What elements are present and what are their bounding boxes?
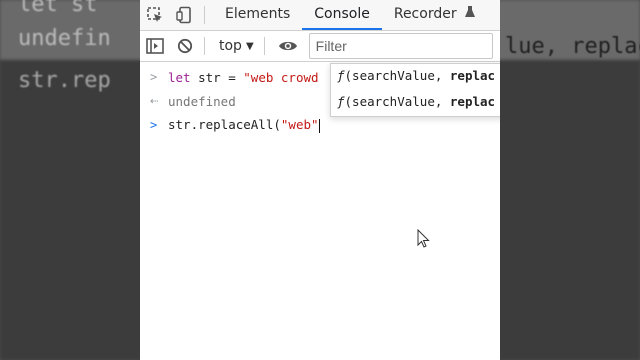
tab-recorder-label: Recorder: [393, 6, 457, 22]
filter-input[interactable]: [308, 33, 493, 59]
code-rest: str =: [190, 69, 244, 85]
autocomplete-item[interactable]: ƒ(searchValue, replac: [331, 64, 500, 88]
live-expression-eye-icon[interactable]: [273, 31, 303, 61]
bg-text-str-rep: str.rep: [18, 68, 111, 93]
device-toolbar-icon[interactable]: [170, 0, 200, 30]
keyword-let: let: [168, 69, 191, 85]
function-icon: ƒ: [337, 94, 345, 109]
prompt-code-call: str.replaceAll(: [168, 117, 281, 133]
bg-text-right: lue, replac: [505, 34, 640, 59]
chevron-down-icon: ▼: [245, 40, 254, 52]
bg-text-undefined: undefin: [18, 26, 111, 51]
inspect-element-icon[interactable]: [140, 0, 170, 30]
bg-text-top: let st: [18, 0, 98, 17]
result-undefined: undefined: [168, 93, 236, 109]
toolbar-separator-2: [263, 37, 265, 55]
function-icon: ƒ: [337, 68, 345, 83]
console-code: let str = "web crowd: [168, 70, 319, 85]
devtools-tabbar: Elements Console Recorder: [140, 0, 500, 31]
console-toolbar: top ▼: [140, 31, 500, 62]
clear-console-icon[interactable]: [170, 31, 200, 61]
ac-bold: replac: [449, 94, 496, 109]
sidebar-toggle-icon[interactable]: [140, 31, 170, 61]
ac-signature: (searchValue,: [344, 68, 450, 83]
text-caret: [318, 118, 320, 133]
result-arrow-icon: ⇠: [150, 93, 159, 109]
code-string: "web crowd: [243, 69, 319, 85]
mouse-pointer-icon: [417, 228, 431, 253]
tab-console[interactable]: Console: [302, 0, 382, 30]
ac-signature: (searchValue,: [344, 94, 450, 109]
tabbar-separator: [204, 6, 205, 24]
experiment-flask-icon: [465, 6, 476, 22]
autocomplete-popup: ƒ(searchValue, replac ƒ(searchValue, rep…: [330, 63, 500, 117]
context-selector[interactable]: top ▼: [213, 38, 260, 54]
autocomplete-item[interactable]: ƒ(searchValue, replac: [331, 90, 500, 114]
prompt-chevron-icon: >: [150, 118, 158, 132]
context-selector-label: top: [219, 38, 242, 54]
prompt-code-string: "web": [280, 117, 319, 133]
prompt-code[interactable]: str.replaceAll("web": [168, 117, 320, 133]
input-chevron-icon: >: [150, 70, 158, 84]
toolbar-separator: [204, 37, 205, 55]
devtools-panel: Elements Console Recorder top ▼ Filter >…: [140, 0, 500, 360]
tab-recorder[interactable]: Recorder: [382, 0, 487, 30]
tab-elements[interactable]: Elements: [213, 0, 302, 30]
ac-bold: replac: [449, 68, 496, 83]
